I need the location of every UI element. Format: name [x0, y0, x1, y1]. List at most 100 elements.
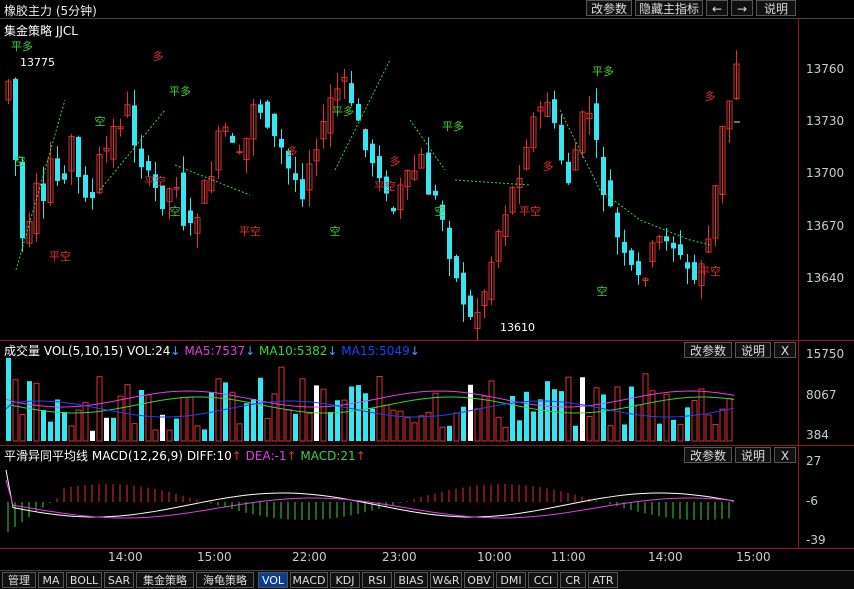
tab-macd[interactable]: MACD [290, 572, 328, 588]
tab-atr[interactable]: ATR [588, 572, 618, 588]
volume-bar [397, 410, 404, 442]
volume-bar [671, 419, 676, 441]
candle-body [76, 137, 81, 178]
volume-bar [33, 382, 40, 442]
time-axis-line [0, 548, 854, 549]
volume-bar [411, 422, 418, 442]
high-price-label: 13775 [20, 56, 55, 69]
volume-bar [187, 396, 194, 442]
tab-bias[interactable]: BIAS [394, 572, 428, 588]
candle-body [160, 185, 165, 210]
volume-bar [251, 398, 256, 441]
header-divider [0, 18, 854, 19]
volume-bar [586, 415, 593, 442]
volume-bar [712, 424, 719, 442]
trade-signal-label: 平多 [592, 64, 614, 78]
tab-turtle[interactable]: 海龟策略 [196, 572, 254, 588]
volume-bar [418, 415, 425, 442]
candle-body [265, 101, 270, 128]
candle-body [622, 241, 627, 253]
volume-bar [677, 423, 684, 442]
candle-body [300, 179, 305, 200]
low-price-label: 13610 [500, 321, 535, 334]
tab-boll[interactable]: BOLL [66, 572, 102, 588]
volume-panel-divider [0, 340, 854, 341]
volume-bar [194, 425, 201, 442]
candle-body [132, 105, 137, 146]
volume-bar [657, 423, 662, 441]
hide-main-indicator-button[interactable]: 隐藏主指标 [635, 0, 703, 16]
tab-kdj[interactable]: KDJ [330, 572, 360, 588]
volume-bar [174, 418, 179, 441]
candle-body [433, 190, 438, 196]
candle-body [692, 262, 697, 280]
candle-body [279, 138, 284, 148]
candle-body [230, 135, 235, 143]
volume-bar [622, 424, 627, 441]
candle-body [671, 242, 676, 249]
help-button[interactable]: 说明 [756, 0, 796, 16]
volume-bar [68, 425, 75, 442]
macd-tick: -39 [806, 533, 826, 547]
trade-signal-label: 平多 [169, 84, 191, 98]
candle-body [41, 183, 46, 202]
volume-bar [719, 408, 726, 442]
candle-body [391, 207, 396, 212]
candle-body [83, 174, 88, 198]
tab-jjcl[interactable]: 集金策略 [136, 572, 194, 588]
trade-signal-label: 平空 [519, 204, 541, 218]
volume-bar [202, 429, 207, 441]
volume-bar [481, 395, 488, 442]
volume-bar [215, 378, 222, 442]
tab-wr[interactable]: W&R [430, 572, 462, 588]
tab-vol[interactable]: VOL [258, 572, 288, 588]
volume-bar [264, 417, 271, 442]
volume-bar [152, 429, 159, 442]
volume-bar [488, 380, 495, 442]
candle-body [447, 227, 452, 259]
volume-bar [223, 382, 228, 441]
volume-bar [565, 376, 572, 442]
tab-cr[interactable]: CR [560, 572, 586, 588]
candle-body [615, 212, 620, 238]
candle-body [20, 161, 25, 239]
price-tick: 13760 [806, 62, 845, 76]
volume-bar [320, 388, 327, 442]
candle-body [559, 124, 564, 161]
tab-sar[interactable]: SAR [104, 572, 134, 588]
volume-bar [293, 413, 298, 441]
tab-obv[interactable]: OBV [464, 572, 494, 588]
volume-bar [209, 392, 214, 441]
candlestick-chart[interactable]: 平多空平空空多平多平空空平空多空平多平空多空平多平空多平多空多平空 [0, 40, 798, 340]
volume-bar [614, 386, 621, 442]
trade-signal-label: 多 [287, 144, 298, 158]
tab-dmi[interactable]: DMI [496, 572, 526, 588]
volume-chart[interactable] [0, 355, 798, 443]
volume-bar [635, 404, 642, 442]
tab-manage[interactable]: 管理 [2, 572, 36, 588]
candle-body [454, 256, 459, 279]
candle-body [461, 272, 466, 305]
volume-bar [299, 378, 306, 442]
time-label: 14:00 [108, 550, 143, 564]
volume-bar [593, 387, 600, 442]
volume-bar [349, 386, 354, 441]
tab-cci[interactable]: CCI [528, 572, 558, 588]
macd-chart[interactable] [0, 460, 798, 548]
volume-bar [12, 379, 19, 442]
volume-bar [82, 401, 89, 442]
volume-bar [166, 429, 173, 442]
scroll-left-button[interactable]: ← [706, 0, 728, 16]
candle-body [349, 83, 354, 104]
candle-body [566, 161, 571, 184]
volume-bar [62, 412, 67, 441]
tab-ma[interactable]: MA [38, 572, 64, 588]
scroll-right-button[interactable]: → [731, 0, 753, 16]
tab-rsi[interactable]: RSI [362, 572, 392, 588]
volume-tick: 8067 [806, 388, 837, 402]
candle-body [139, 148, 144, 168]
volume-bar [524, 391, 529, 441]
volume-bar [104, 417, 109, 441]
volume-bar [691, 400, 698, 442]
change-params-button[interactable]: 改参数 [586, 0, 632, 16]
